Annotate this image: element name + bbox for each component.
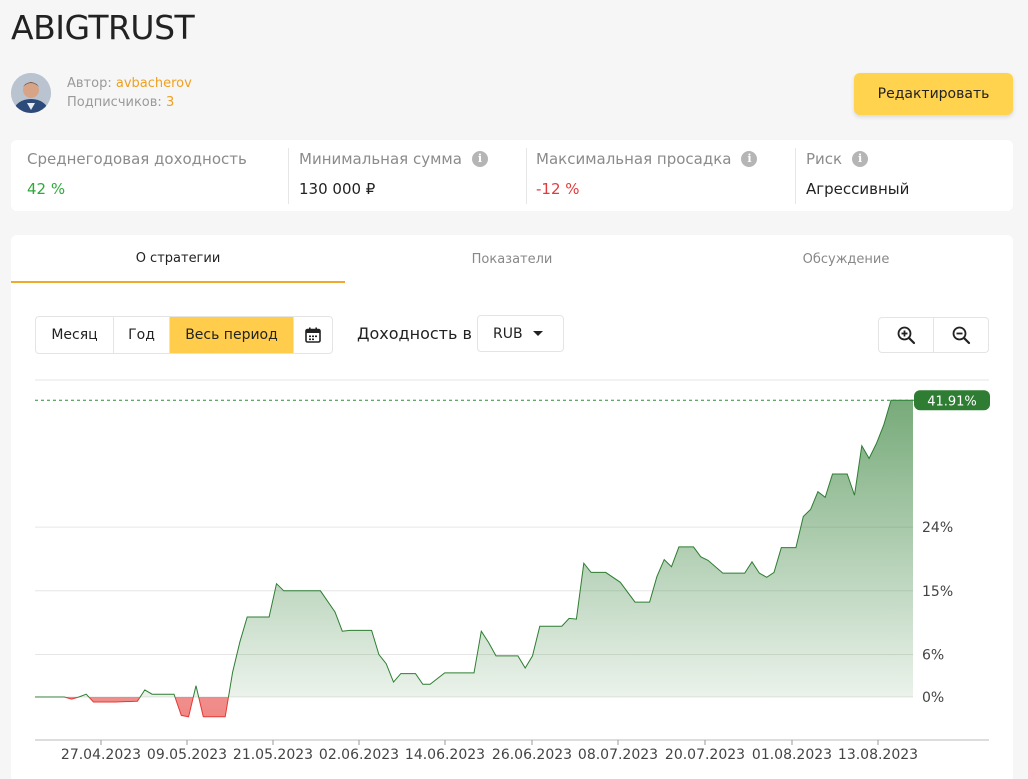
calendar-button[interactable] <box>294 317 332 353</box>
x-tick-label: 20.07.2023 <box>665 747 745 763</box>
tab-about[interactable]: О стратегии <box>11 235 345 283</box>
info-icon[interactable]: i <box>741 151 758 167</box>
strategy-panel: О стратегии Показатели Обсуждение Месяц … <box>11 235 1013 779</box>
period-month-button[interactable]: Месяц <box>36 317 114 353</box>
author-block: Автор: avbacherov Подписчиков: 3 <box>11 73 192 113</box>
tab-discussion[interactable]: Обсуждение <box>679 235 1013 283</box>
x-tick-label: 26.06.2023 <box>492 747 572 763</box>
currency-value: RUB <box>493 325 523 342</box>
zoom-out-button[interactable] <box>934 318 989 352</box>
zoom-controls <box>878 317 989 353</box>
period-selector: Месяц Год Весь период <box>35 316 333 354</box>
zoom-in-icon <box>897 326 915 345</box>
stat-risk: Риск i Агрессивный <box>806 140 909 211</box>
x-tick-label: 27.04.2023 <box>61 747 141 763</box>
period-all-button[interactable]: Весь период <box>170 317 294 353</box>
edit-button[interactable]: Редактировать <box>854 73 1013 115</box>
stat-label: Среднегодовая доходность <box>27 150 247 168</box>
stat-value: Агрессивный <box>806 180 910 198</box>
stat-min-amount: Минимальная сумма i 130 000 ₽ <box>299 140 488 211</box>
divider <box>526 148 527 204</box>
info-icon[interactable]: i <box>471 151 488 167</box>
stats-card: Среднегодовая доходность 42 % Минимальна… <box>11 140 1013 211</box>
author-label: Автор: <box>67 76 112 91</box>
stat-max-drawdown: Максимальная просадка i -12 % <box>536 140 758 211</box>
x-tick-label: 14.06.2023 <box>405 747 485 763</box>
author-name-link[interactable]: avbacherov <box>116 76 192 91</box>
x-tick-label: 01.08.2023 <box>752 747 832 763</box>
zoom-out-icon <box>952 326 970 345</box>
stat-label: Минимальная сумма <box>299 150 462 168</box>
positive-area <box>35 400 913 697</box>
last-value-label: 41.91% <box>927 394 977 409</box>
x-tick-label: 08.07.2023 <box>578 747 658 763</box>
stat-label: Риск <box>806 150 843 168</box>
tab-bar: О стратегии Показатели Обсуждение <box>11 235 1013 283</box>
stat-label: Максимальная просадка <box>536 150 732 168</box>
chart-area <box>35 399 915 718</box>
y-tick-label: 24% <box>922 520 953 536</box>
divider <box>795 148 796 204</box>
avatar[interactable] <box>11 73 51 113</box>
yield-chart[interactable]: 0% 6% 15% 24% 41.91% 27.04.2023 09.05.2023 21.0… <box>11 365 1013 779</box>
chevron-down-icon <box>532 331 543 336</box>
x-tick-label: 02.06.2023 <box>319 747 399 763</box>
subscribers-count[interactable]: 3 <box>166 95 174 110</box>
strategy-title: ABIGTRUST <box>11 8 195 47</box>
chart-axis <box>35 739 989 745</box>
calendar-icon <box>305 327 321 343</box>
x-tick-label: 21.05.2023 <box>233 747 313 763</box>
stat-value: -12 % <box>536 180 580 198</box>
subscribers-label: Подписчиков: <box>67 95 162 110</box>
tab-metrics[interactable]: Показатели <box>345 235 679 283</box>
info-icon[interactable]: i <box>852 151 869 167</box>
y-tick-label: 15% <box>922 584 953 600</box>
stat-value: 130 000 ₽ <box>299 180 376 198</box>
x-tick-label: 13.08.2023 <box>838 747 918 763</box>
stat-value: 42 % <box>27 180 66 198</box>
yield-label: Доходность в <box>357 324 472 343</box>
currency-select[interactable]: RUB <box>477 315 564 352</box>
y-tick-label: 0% <box>922 690 944 706</box>
period-year-button[interactable]: Год <box>114 317 170 353</box>
divider <box>288 148 289 204</box>
stat-annual-return: Среднегодовая доходность 42 % <box>27 140 247 211</box>
x-tick-label: 09.05.2023 <box>147 747 227 763</box>
zoom-in-button[interactable] <box>879 318 934 352</box>
y-tick-label: 6% <box>922 648 944 664</box>
